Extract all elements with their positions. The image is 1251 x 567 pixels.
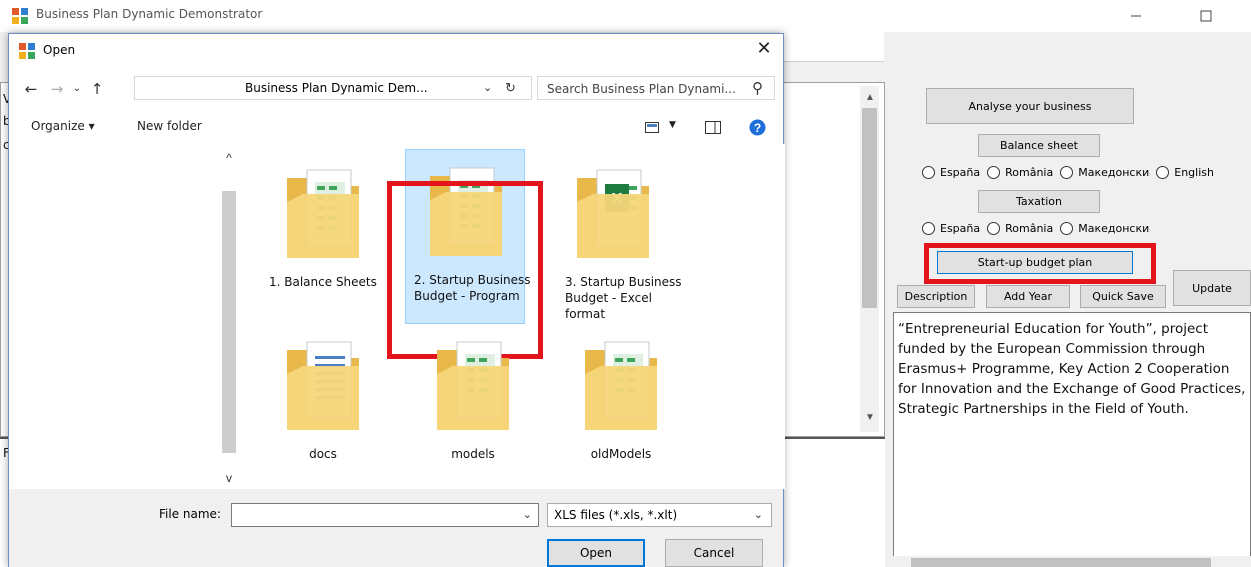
organize-menu[interactable]: Organize ▾ — [31, 119, 95, 133]
radio-icon — [922, 166, 935, 179]
preview-pane-icon[interactable] — [705, 121, 721, 134]
analyse-business-button[interactable]: Analyse your business — [926, 88, 1134, 124]
search-placeholder: Search Business Plan Dynami... — [547, 82, 736, 96]
address-bar[interactable]: Business Plan Dynamic Dem... ⌄ ↻ — [134, 76, 532, 100]
add-year-button[interactable]: Add Year — [986, 285, 1070, 308]
address-text: Business Plan Dynamic Dem... — [245, 81, 428, 95]
file-name-input[interactable]: ⌄ — [231, 503, 539, 527]
radio-icon — [922, 222, 935, 235]
close-button[interactable]: ✕ — [751, 38, 777, 62]
recent-locations-chevron-icon[interactable]: ⌄ — [69, 83, 85, 94]
dialog-title: Open — [43, 43, 76, 57]
scroll-down-icon[interactable]: ▼ — [864, 412, 876, 424]
main-vertical-scrollbar[interactable]: ▲ ▼ — [860, 86, 879, 432]
file-name: docs — [309, 447, 337, 461]
toolbar-strip — [780, 32, 884, 62]
open-button[interactable]: Open — [547, 539, 645, 567]
file-item[interactable]: 1. Balance Sheets — [263, 152, 383, 327]
radio-icon — [1060, 166, 1074, 179]
app-icon — [12, 8, 28, 24]
scroll-down-icon[interactable]: v — [221, 471, 237, 485]
spreadsheet-folder-icon — [287, 169, 359, 258]
quick-save-button[interactable]: Quick Save — [1080, 285, 1166, 308]
navigation-pane[interactable] — [9, 144, 219, 489]
up-arrow-icon[interactable]: ↑ — [89, 80, 105, 98]
window-title: Business Plan Dynamic Demonstrator — [36, 7, 263, 21]
document-folder-icon — [287, 341, 359, 430]
file-list[interactable]: 1. Balance Sheets 2. Startup Business Bu… — [245, 144, 785, 489]
search-icon: ⚲ — [752, 80, 763, 97]
radio-romania[interactable]: România — [987, 166, 1053, 179]
spreadsheet-folder-icon — [437, 341, 509, 430]
file-item[interactable]: X 3. Startup Business Budget - Excel for… — [553, 152, 682, 327]
new-folder-button[interactable]: New folder — [137, 119, 202, 133]
cancel-button[interactable]: Cancel — [665, 539, 763, 567]
description-textbox[interactable]: “Entrepreneurial Education for Youth”, p… — [893, 312, 1251, 567]
maximize-icon — [1200, 10, 1212, 22]
minimize-button[interactable] — [1113, 0, 1159, 32]
excel-folder-icon: X — [577, 169, 649, 258]
file-type-select[interactable]: XLS files (*.xls, *.xlt) ⌄ — [547, 503, 772, 527]
scroll-thumb[interactable] — [222, 191, 236, 453]
file-name: oldModels — [590, 447, 652, 461]
file-item[interactable]: oldModels — [561, 324, 681, 499]
chevron-down-icon: ⌄ — [753, 509, 763, 521]
view-options-icon[interactable] — [645, 122, 659, 133]
radio-icon — [1156, 166, 1170, 179]
file-name: 3. Startup Business Budget - Excel forma… — [565, 275, 682, 321]
file-name: models — [451, 447, 495, 461]
chevron-down-icon[interactable]: ⌄ — [523, 508, 532, 521]
main-titlebar: Business Plan Dynamic Demonstrator — [0, 0, 1251, 32]
refresh-icon[interactable]: ↻ — [505, 80, 516, 96]
description-horizontal-scrollbar[interactable] — [893, 556, 1251, 567]
file-name: 1. Balance Sheets — [269, 275, 377, 289]
minimize-icon — [1131, 15, 1141, 17]
help-icon[interactable]: ? — [749, 119, 766, 136]
file-item[interactable]: models — [413, 324, 533, 499]
dialog-footer: File name: ⌄ XLS files (*.xls, *.xlt) ⌄ … — [9, 489, 783, 567]
radio-icon — [987, 166, 1001, 179]
app-icon — [19, 43, 35, 59]
scroll-thumb[interactable] — [862, 108, 877, 308]
dialog-titlebar: Open ✕ — [9, 34, 783, 66]
radio-makedonski[interactable]: Македонски — [1060, 166, 1149, 179]
search-input[interactable]: Search Business Plan Dynami... ⚲ — [537, 76, 775, 100]
taxation-button[interactable]: Taxation — [978, 190, 1100, 213]
radio-romania[interactable]: România — [987, 222, 1053, 235]
radio-makedonski[interactable]: Македонски — [1060, 222, 1149, 235]
description-button[interactable]: Description — [897, 285, 975, 308]
balance-language-radios: España România Македонски English — [922, 166, 1221, 179]
file-name-label: File name: — [159, 507, 221, 521]
update-button[interactable]: Update — [1173, 270, 1251, 306]
radio-espana[interactable]: España — [922, 166, 980, 179]
scroll-up-icon[interactable]: ^ — [221, 151, 237, 165]
close-icon: ✕ — [756, 38, 772, 58]
forward-arrow-icon[interactable]: → — [49, 80, 65, 98]
taxation-language-radios: España România Македонски — [922, 222, 1156, 235]
svg-text:?: ? — [754, 121, 761, 135]
navigation-scrollbar[interactable]: ^ v — [219, 149, 239, 489]
maximize-button[interactable] — [1183, 0, 1229, 32]
scroll-up-icon[interactable]: ▲ — [864, 92, 876, 104]
radio-icon — [987, 222, 1001, 235]
radio-espana[interactable]: España — [922, 222, 980, 235]
radio-icon — [1060, 222, 1074, 235]
command-bar: Organize ▾ New folder ▼ ? — [9, 110, 783, 144]
scroll-thumb[interactable] — [911, 558, 1211, 567]
radio-english[interactable]: English — [1156, 166, 1214, 179]
startup-budget-button[interactable]: Start-up budget plan — [937, 251, 1133, 274]
file-item[interactable]: docs — [263, 324, 383, 499]
spreadsheet-folder-icon — [585, 341, 657, 430]
file-type-value: XLS files (*.xls, *.xlt) — [554, 508, 678, 522]
balance-sheet-button[interactable]: Balance sheet — [978, 134, 1100, 157]
back-arrow-icon[interactable]: ← — [23, 80, 39, 98]
chevron-down-icon[interactable]: ⌄ — [483, 81, 492, 94]
open-file-dialog: Open ✕ ← → ⌄ ↑ Business Plan Dynamic Dem… — [8, 33, 785, 567]
chevron-down-icon[interactable]: ▼ — [669, 120, 676, 130]
